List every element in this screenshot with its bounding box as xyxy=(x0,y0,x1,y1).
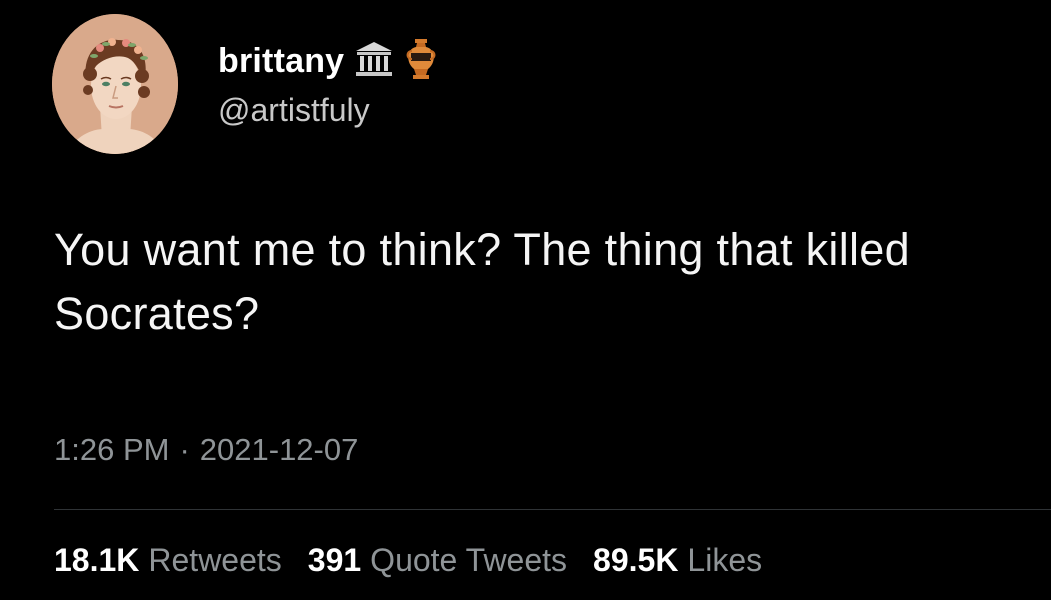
separator-dot: · xyxy=(179,432,190,467)
avatar[interactable] xyxy=(52,14,178,154)
likes-count: 89.5K xyxy=(593,542,679,578)
author-display-name[interactable]: brittany xyxy=(218,42,344,81)
quote-tweets-label: Quote Tweets xyxy=(370,542,568,578)
tweet-date: 2021-12-07 xyxy=(199,432,359,467)
divider xyxy=(54,509,1051,510)
tweet-timestamp[interactable]: 1:26 PM · 2021-12-07 xyxy=(54,432,358,468)
retweets-stat[interactable]: 18.1K Retweets xyxy=(54,542,282,579)
amphora-icon xyxy=(404,37,438,86)
tweet-time: 1:26 PM xyxy=(54,432,170,467)
tweet-stats: 18.1K Retweets 391 Quote Tweets 89.5K Li… xyxy=(54,542,788,579)
quote-tweets-count: 391 xyxy=(307,542,362,578)
tweet-card: brittany @artistfuly You want me to thin… xyxy=(0,0,1051,600)
tweet-text: You want me to think? The thing that kil… xyxy=(54,224,910,339)
retweets-count: 18.1K xyxy=(54,542,140,578)
likes-stat[interactable]: 89.5K Likes xyxy=(593,542,762,579)
likes-label: Likes xyxy=(687,542,763,578)
classical-building-icon xyxy=(354,40,394,83)
author-handle[interactable]: @artistfuly xyxy=(218,92,370,129)
avatar-illustration xyxy=(52,14,178,154)
quote-tweets-stat[interactable]: 391 Quote Tweets xyxy=(308,542,567,579)
author-name-row: brittany xyxy=(218,38,438,84)
retweets-label: Retweets xyxy=(148,542,282,578)
